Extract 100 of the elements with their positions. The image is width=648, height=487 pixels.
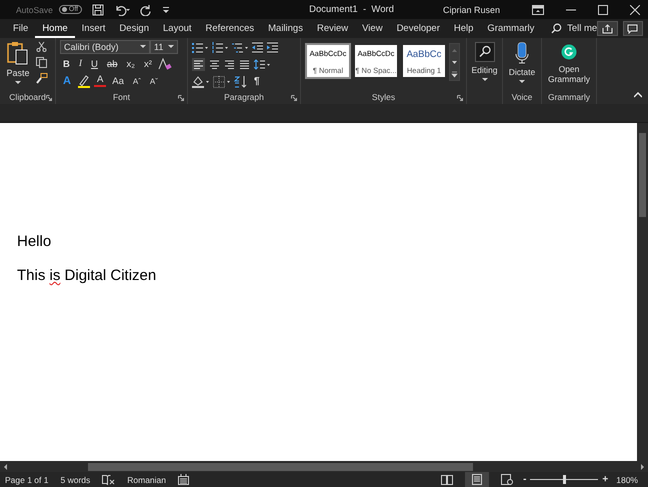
- print-layout-button[interactable]: [465, 472, 490, 487]
- word-count[interactable]: 5 words: [60, 474, 90, 484]
- align-right-icon[interactable]: [224, 59, 235, 70]
- format-button[interactable]: U: [88, 58, 101, 70]
- search-icon[interactable]: [551, 23, 562, 34]
- scissors-icon[interactable]: [36, 41, 47, 52]
- document-paragraph: Hello: [17, 233, 52, 250]
- user-name[interactable]: Ciprian Rusen: [442, 4, 500, 14]
- caret-icon: [140, 45, 146, 49]
- grammarly-logo: [561, 44, 577, 60]
- decrease-indent-icon[interactable]: [252, 42, 263, 53]
- ribbon-tab[interactable]: Layout: [156, 19, 199, 38]
- page-count[interactable]: Page 1 of 1: [5, 474, 48, 484]
- highlighter-icon[interactable]: [76, 74, 91, 88]
- dialog-launcher-icon[interactable]: [46, 95, 52, 101]
- sort-icon[interactable]: [234, 76, 247, 88]
- comment-icon: [627, 24, 638, 34]
- tell-me-search[interactable]: Tell me: [567, 23, 598, 34]
- document-paragraph: This is Digital Citizen: [17, 267, 158, 284]
- maximize-icon[interactable]: [598, 4, 608, 14]
- paste-button[interactable]: Paste: [4, 41, 32, 90]
- dialog-launcher-icon[interactable]: [291, 95, 297, 101]
- caret-icon: [15, 81, 21, 85]
- line-spacing-icon[interactable]: [254, 59, 270, 70]
- microphone-icon: [515, 42, 529, 64]
- font-name-field[interactable]: Calibri (Body): [60, 40, 150, 54]
- dialog-launcher-icon[interactable]: [457, 95, 463, 101]
- caret-icon: [168, 45, 174, 49]
- collapse-ribbon-icon[interactable]: [634, 92, 642, 98]
- font-color-button[interactable]: A: [94, 75, 106, 87]
- share-icon: [602, 24, 613, 34]
- redo-icon[interactable]: [140, 4, 152, 16]
- ribbon-tab[interactable]: Insert: [74, 19, 112, 38]
- dictate-button[interactable]: Dictate: [508, 41, 536, 90]
- format-button[interactable]: B: [60, 58, 73, 70]
- proofing-book-icon[interactable]: [102, 474, 116, 485]
- format-button[interactable]: ab: [104, 58, 120, 70]
- comments-button[interactable]: [622, 21, 643, 36]
- justify-icon[interactable]: [239, 59, 250, 70]
- ribbon-tab[interactable]: Design: [112, 19, 156, 38]
- font-size-field[interactable]: 11: [150, 40, 178, 54]
- copy-icon[interactable]: [36, 57, 47, 68]
- dialog-launcher-icon[interactable]: [178, 95, 184, 101]
- horizontal-scrollbar[interactable]: [0, 461, 648, 472]
- ribbon-tab[interactable]: Mailings: [261, 19, 310, 38]
- share-button[interactable]: [597, 21, 618, 36]
- borders-icon[interactable]: [213, 76, 230, 88]
- ribbon-tab[interactable]: Grammarly: [480, 19, 542, 38]
- group-label: Paragraph: [224, 92, 264, 102]
- open-grammarly-button[interactable]: Open Grammarly: [547, 41, 591, 90]
- search-icon: [474, 42, 494, 62]
- zoom-percentage[interactable]: 180%: [616, 474, 638, 484]
- bullets-icon[interactable]: [192, 42, 208, 53]
- ribbon-tab[interactable]: References: [198, 19, 262, 38]
- paintbrush-icon[interactable]: [36, 73, 48, 84]
- grow-font-button[interactable]: Aˆ: [130, 76, 144, 86]
- zoom-out-button[interactable]: -: [523, 474, 526, 485]
- group-label: Clipboard: [9, 92, 46, 102]
- clipboard-icon: [7, 41, 29, 65]
- open-book-icon: [441, 474, 454, 484]
- multilevel-list-icon[interactable]: [232, 42, 248, 53]
- text-effects-button[interactable]: A: [60, 75, 74, 87]
- group-label: Styles: [372, 92, 396, 102]
- window-title: Document1 - Word: [308, 4, 395, 15]
- zoom-in-button[interactable]: +: [602, 474, 608, 485]
- autosave-label: AutoSave: [16, 4, 53, 14]
- zoom-slider[interactable]: [530, 475, 598, 484]
- clear-formatting-icon[interactable]: [158, 58, 172, 70]
- gallery-scroll-buttons[interactable]: [449, 43, 460, 81]
- vertical-scrollbar[interactable]: [637, 123, 648, 461]
- customize-caret-icon[interactable]: [162, 4, 170, 14]
- document-page[interactable]: Hello This is Digital Citizen: [0, 123, 637, 461]
- numbering-icon[interactable]: [212, 42, 228, 53]
- format-button[interactable]: x₂: [124, 58, 138, 70]
- undo-icon[interactable]: [114, 4, 130, 16]
- shading-icon[interactable]: [192, 76, 209, 88]
- ribbon-tab[interactable]: Developer: [390, 19, 447, 38]
- caret-icon: [482, 78, 488, 82]
- shrink-font-button[interactable]: Aˇ: [146, 76, 161, 86]
- format-button[interactable]: x²: [140, 58, 155, 70]
- change-case-button[interactable]: Aa: [109, 76, 127, 86]
- align-left-icon[interactable]: [192, 58, 205, 71]
- group-label: Grammarly: [548, 92, 590, 102]
- caret-icon: [519, 80, 525, 84]
- close-icon[interactable]: [630, 4, 640, 14]
- group-label: Voice: [512, 92, 532, 102]
- ribbon-display-icon[interactable]: [532, 4, 544, 14]
- align-center-icon[interactable]: [209, 59, 220, 70]
- ribbon-tab[interactable]: File: [6, 19, 36, 38]
- show-formatting-marks-button[interactable]: ¶: [251, 76, 263, 87]
- language-label[interactable]: Romanian: [127, 474, 166, 484]
- editing-button[interactable]: Editing: [472, 41, 498, 90]
- group-label: Font: [112, 92, 130, 102]
- ribbon-tab[interactable]: View: [355, 19, 390, 38]
- page-icon: [472, 474, 482, 485]
- ribbon-tab[interactable]: Review: [310, 19, 356, 38]
- save-icon[interactable]: [92, 4, 104, 16]
- format-button[interactable]: I: [76, 59, 86, 69]
- increase-indent-icon[interactable]: [267, 42, 278, 53]
- ribbon-tab[interactable]: Help: [446, 19, 480, 38]
